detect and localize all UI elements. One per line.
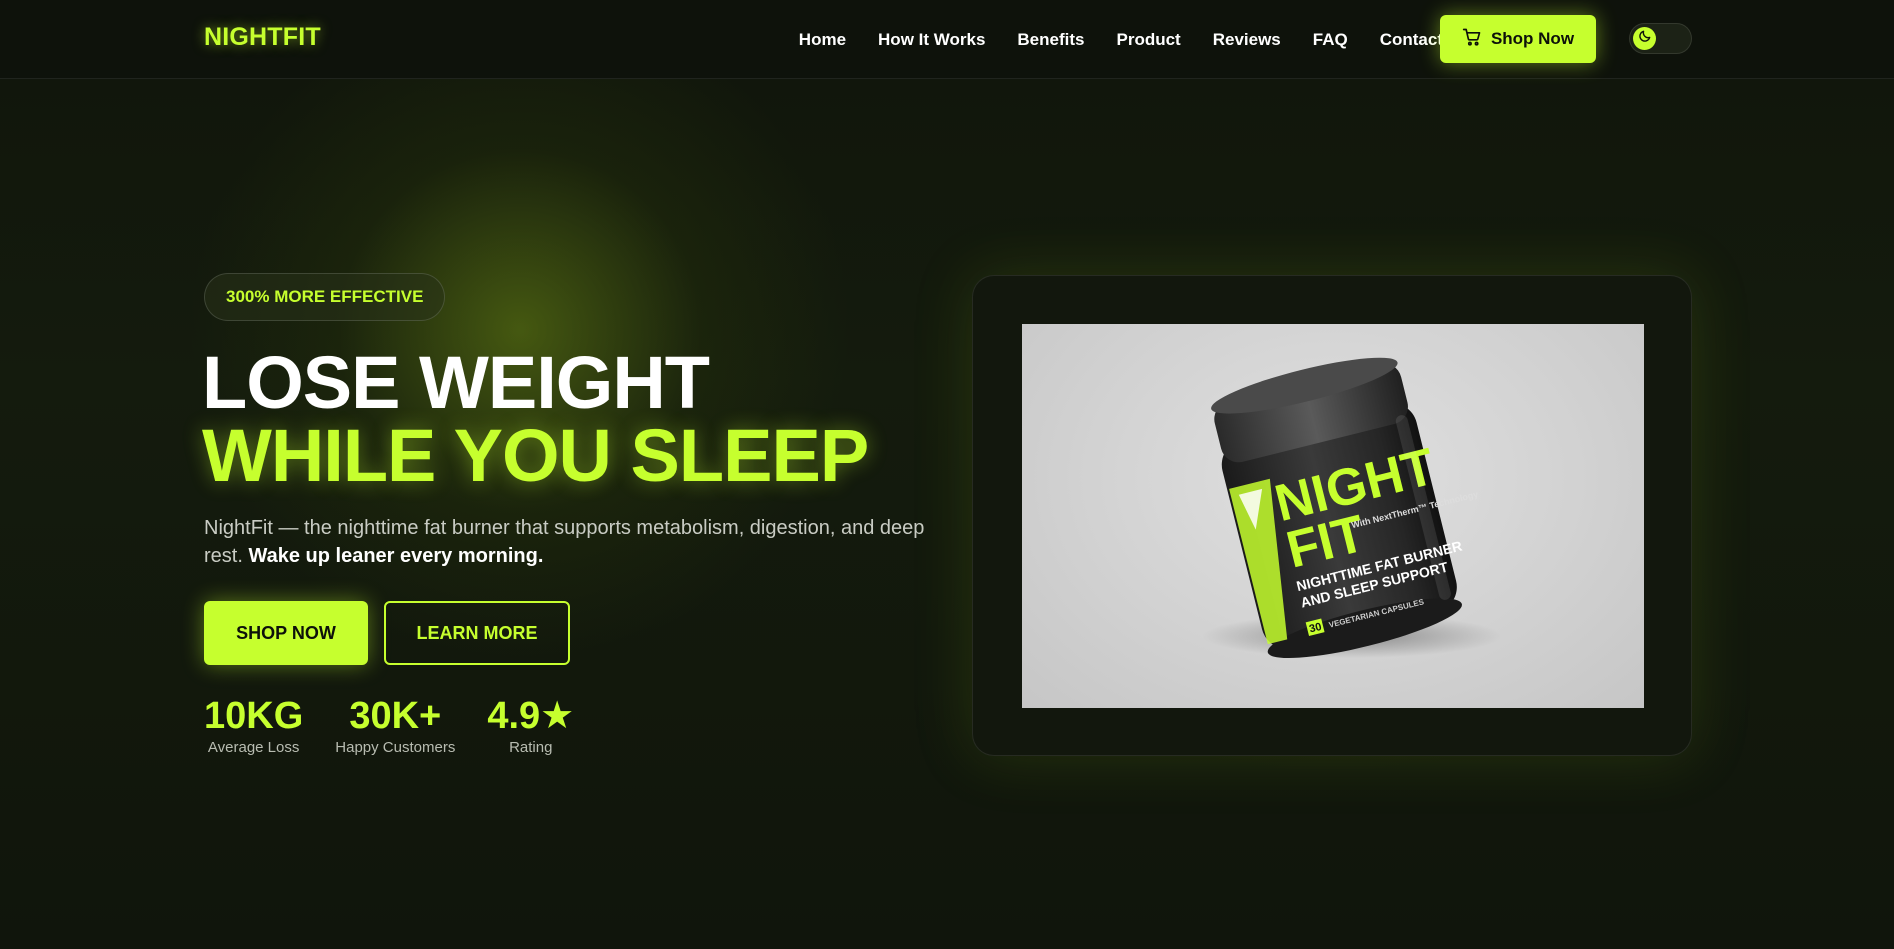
stat-average-loss: 10KG Average Loss	[204, 695, 303, 756]
hero-description: NightFit — the nighttime fat burner that…	[204, 514, 944, 570]
stats-row: 10KG Average Loss 30K+ Happy Customers 4…	[204, 695, 574, 756]
supplement-jar-illustration: NIGHT FIT With NextTherm™ Technology NIG…	[1202, 357, 1502, 659]
stat-label: Average Loss	[207, 739, 300, 756]
headline-line-2: WHILE YOU SLEEP	[202, 414, 869, 497]
nav-link-product[interactable]: Product	[1116, 30, 1180, 50]
brand-logo[interactable]: NIGHTFIT	[204, 23, 321, 52]
moon-icon	[1638, 29, 1652, 48]
nav-link-faq[interactable]: FAQ	[1313, 30, 1348, 50]
hero-description-bold: Wake up leaner every morning.	[248, 545, 544, 567]
effectiveness-badge: 300% MORE EFFECTIVE	[204, 273, 446, 321]
stat-rating: 4.9★ Rating	[487, 695, 574, 756]
top-navbar: NIGHTFIT Home How It Works Benefits Prod…	[0, 0, 1894, 79]
shop-now-button[interactable]: Shop Now	[1440, 15, 1596, 63]
stat-value: 30K+	[349, 695, 442, 737]
headline-line-1: LOSE WEIGHT	[202, 341, 710, 424]
toggle-knob	[1633, 27, 1656, 50]
nav-link-home[interactable]: Home	[799, 30, 846, 50]
shop-now-cta-button[interactable]: SHOP NOW	[204, 601, 368, 665]
product-card: NIGHT FIT With NextTherm™ Technology NIG…	[972, 275, 1692, 756]
nav-link-contact[interactable]: Contact	[1380, 30, 1443, 50]
stat-happy-customers: 30K+ Happy Customers	[335, 695, 455, 756]
page: NIGHTFIT Home How It Works Benefits Prod…	[0, 0, 1894, 949]
nav-link-reviews[interactable]: Reviews	[1213, 30, 1281, 50]
shop-now-label: Shop Now	[1490, 29, 1575, 48]
nav-link-benefits[interactable]: Benefits	[1017, 30, 1084, 50]
stat-label: Happy Customers	[335, 739, 456, 756]
learn-more-button[interactable]: LEARN MORE	[384, 601, 570, 665]
stat-label: Rating	[509, 739, 553, 756]
stat-value: 4.9★	[487, 695, 575, 737]
product-image: NIGHT FIT With NextTherm™ Technology NIG…	[1022, 324, 1644, 708]
nav-links: Home How It Works Benefits Product Revie…	[799, 0, 1443, 79]
stat-value: 10KG	[204, 695, 304, 737]
cart-icon	[1462, 27, 1482, 52]
theme-toggle[interactable]	[1629, 23, 1692, 54]
nav-link-how-it-works[interactable]: How It Works	[878, 30, 985, 50]
